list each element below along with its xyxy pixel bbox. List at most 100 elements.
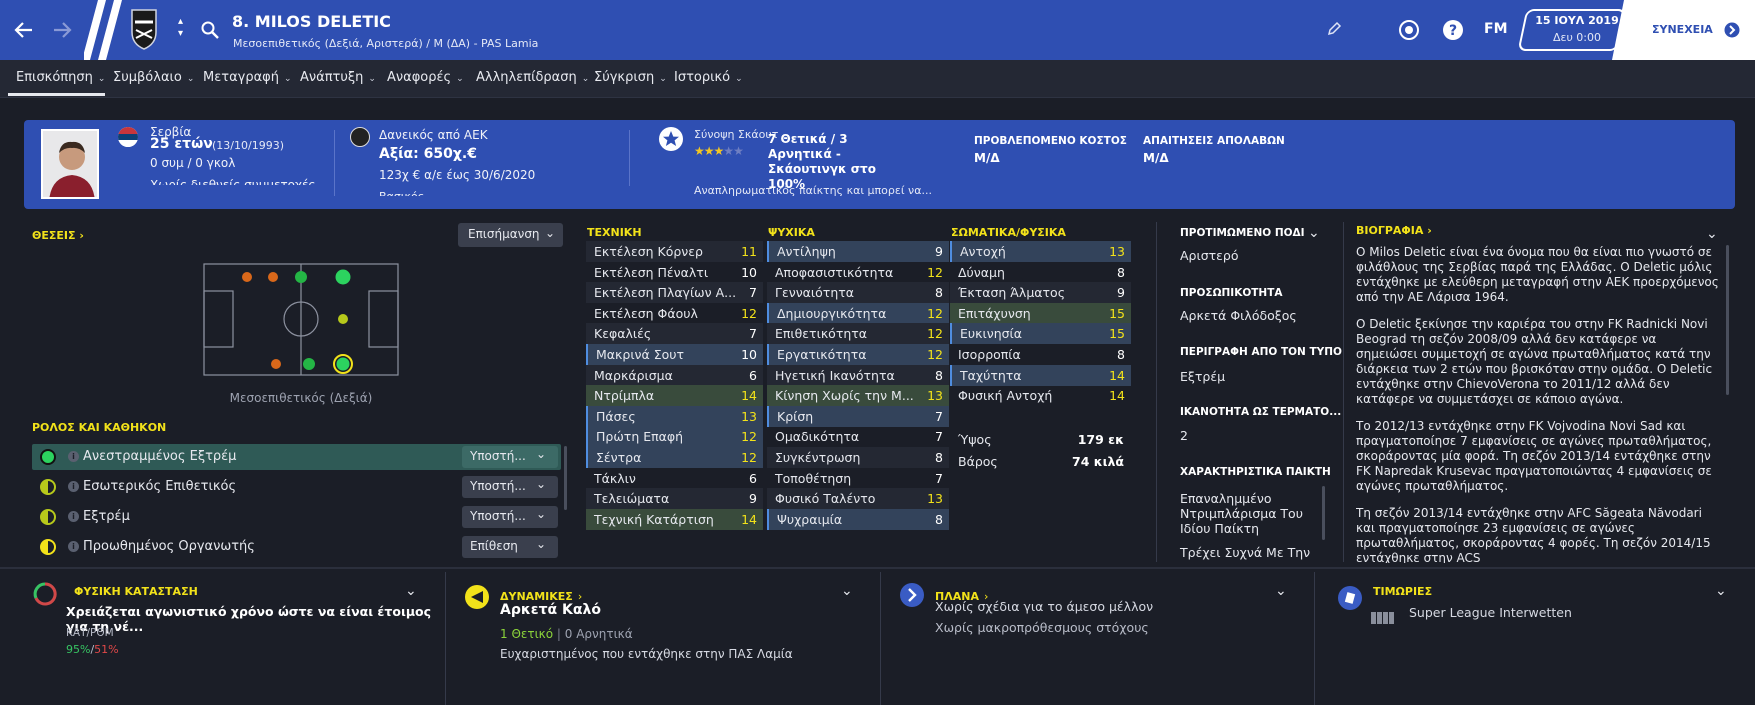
position-marker[interactable] xyxy=(242,272,252,282)
help-icon[interactable]: ? xyxy=(1442,19,1464,41)
tab-overview[interactable]: Επισκόπηση ⌄ xyxy=(16,70,105,85)
search-icon[interactable] xyxy=(200,20,220,40)
position-marker[interactable] xyxy=(271,359,281,369)
attribute-row[interactable]: Πάσες 13 xyxy=(586,405,763,427)
positions-title[interactable]: ΘΕΣΕΙΣ › xyxy=(32,229,84,242)
attribute-value: 7 xyxy=(749,285,757,301)
position-marker[interactable] xyxy=(338,314,348,324)
role-row[interactable]: i Προωθημένος Οργανωτής Επίθεση ⌄ xyxy=(32,534,561,560)
roles-scrollbar[interactable] xyxy=(564,446,567,510)
bio-paragraph: Το 2012/13 εντάχθηκε στην FK Vojvodina N… xyxy=(1356,419,1712,493)
duty-dropdown[interactable]: Επίθεση ⌄ xyxy=(462,536,558,558)
attribute-row[interactable]: Σέντρα 12 xyxy=(586,447,763,468)
attribute-row[interactable]: Ψυχραιμία 8 xyxy=(767,508,949,530)
attribute-row[interactable]: Εκτέλεση Φάουλ 12 xyxy=(586,303,763,324)
attribute-row[interactable]: Αποφασιστικότητα 12 xyxy=(767,262,949,283)
continue-button[interactable]: ΣΥΝΕΧΕΙΑ xyxy=(1612,0,1755,60)
position-marker[interactable] xyxy=(268,272,278,282)
position-marker[interactable] xyxy=(295,271,307,283)
duty-dropdown[interactable]: Υποστή... ⌄ xyxy=(462,446,558,468)
tab-reports[interactable]: Αναφορές ⌄ xyxy=(387,70,464,85)
attribute-row[interactable]: Φυσικό Ταλέντο 13 xyxy=(767,488,949,510)
attribute-row[interactable]: Συγκέντρωση 8 xyxy=(767,447,949,468)
chevron-down-icon[interactable]: ⌄ xyxy=(841,583,853,599)
attribute-row[interactable]: Ομαδικότητα 7 xyxy=(767,426,949,447)
attribute-row[interactable]: Ηγετική Ικανότητα 8 xyxy=(767,364,949,386)
player-switch-icon[interactable]: ▴ ▾ xyxy=(178,16,190,44)
attribute-row[interactable]: Επιτάχυνση 15 xyxy=(950,302,1131,324)
attribute-row[interactable]: Τοποθέτηση 7 xyxy=(767,468,949,489)
attribute-row[interactable]: Δύναμη 8 xyxy=(950,262,1131,283)
player-trait[interactable]: Επαναλημμένο Ντριμπλάρισμα Του Ιδίου Παί… xyxy=(1180,491,1320,536)
attribute-row[interactable]: Ντρίμπλα 14 xyxy=(586,385,763,407)
long-term-plans: Χωρίς μακροπρόθεσμους στόχους xyxy=(935,620,1149,635)
club-icon[interactable] xyxy=(1398,19,1420,41)
info-icon[interactable]: i xyxy=(68,451,79,462)
scout-description[interactable]: Αναπληρωματικός παίκτης και μπορεί να... xyxy=(694,184,932,197)
attribute-row[interactable]: Ισορροπία 8 xyxy=(950,344,1131,365)
tab-history[interactable]: Ιστορικό ⌄ xyxy=(674,70,743,85)
forward-button[interactable] xyxy=(48,16,76,44)
attribute-row[interactable]: Εκτέλεση Πλαγίων Α... 7 xyxy=(586,282,763,304)
chevron-down-icon[interactable]: ⌄ xyxy=(405,583,417,599)
tab-compare[interactable]: Σύγκριση ⌄ xyxy=(594,70,667,85)
attribute-row[interactable]: Δημιουργικότητα 12 xyxy=(767,302,949,324)
duty-label: Επίθεση xyxy=(470,539,518,553)
player-value: Αξία: 650χ.€ xyxy=(379,146,477,162)
role-row[interactable]: i Εσωτερικός Επιθετικός Υποστή... ⌄ xyxy=(32,474,561,500)
traits-scrollbar[interactable] xyxy=(1322,486,1325,540)
attribute-name: Συγκέντρωση xyxy=(775,450,861,465)
attribute-row[interactable]: Γενναιότητα 8 xyxy=(767,282,949,304)
attribute-row[interactable]: Αντοχή 13 xyxy=(950,241,1131,262)
highlight-dropdown[interactable]: Επισήμανση ⌄ xyxy=(458,223,563,247)
top-bar: ▴ ▾ 8. MILOS DELETIC Μεσοεπιθετικός (Δεξι… xyxy=(0,0,1755,60)
biography-title[interactable]: ΒΙΟΓΡΑΦΙΑ › xyxy=(1356,224,1432,237)
attribute-row[interactable]: Κίνηση Χωρίς την Μ... 13 xyxy=(767,385,949,407)
player-name: 8. MILOS DELETIC xyxy=(232,12,391,31)
attribute-row[interactable]: Αντίληψη 9 xyxy=(767,241,949,262)
attribute-row[interactable]: Επιθετικότητα 12 xyxy=(767,323,949,345)
loan-status[interactable]: Δανεικός από ΑΕΚ xyxy=(379,128,488,142)
role-row[interactable]: i Εξτρέμ Υποστή... ⌄ xyxy=(32,504,561,530)
info-icon[interactable]: i xyxy=(68,511,79,522)
chevron-down-icon[interactable]: ⌄ xyxy=(1715,583,1727,599)
scout-summary-icon[interactable] xyxy=(659,127,683,151)
attribute-row[interactable]: Μακρινά Σουτ 10 xyxy=(586,344,763,365)
tab-contract[interactable]: Συμβόλαιο ⌄ xyxy=(113,70,194,85)
info-icon[interactable]: i xyxy=(68,541,79,552)
tab-development[interactable]: Ανάπτυξη ⌄ xyxy=(300,70,376,85)
chevron-down-icon[interactable]: ⌄ xyxy=(1308,225,1320,241)
tab-transfer[interactable]: Μεταγραφή ⌄ xyxy=(203,70,292,85)
attribute-row[interactable]: Τάκλιν 6 xyxy=(586,468,763,489)
attribute-row[interactable]: Κεφαλιές 7 xyxy=(586,323,763,345)
bio-scrollbar[interactable] xyxy=(1726,245,1729,395)
back-button[interactable] xyxy=(10,16,38,44)
position-marker[interactable] xyxy=(335,269,351,285)
chevron-down-icon[interactable]: ⌄ xyxy=(1706,226,1718,242)
duty-dropdown[interactable]: Υποστή... ⌄ xyxy=(462,506,558,528)
duty-dropdown[interactable]: Υποστή... ⌄ xyxy=(462,476,558,498)
fm-menu-button[interactable]: FM xyxy=(1484,21,1508,37)
role-row[interactable]: i Ανεστραμμένος Εξτρέμ Υποστή... ⌄ xyxy=(32,444,561,470)
attribute-row[interactable]: Κρίση 7 xyxy=(767,405,949,427)
attribute-row[interactable]: Μαρκάρισμα 6 xyxy=(586,364,763,386)
tab-interaction[interactable]: Αλληλεπίδραση ⌄ xyxy=(476,70,589,85)
attribute-row[interactable]: Τελειώματα 9 xyxy=(586,488,763,510)
overview-panel: Σερβία 25 ετών (13/10/1993) 0 συμ / 0 γκ… xyxy=(24,120,1735,209)
attribute-row[interactable]: Εργατικότητα 12 xyxy=(767,344,949,365)
attribute-row[interactable]: Πρώτη Επαφή 12 xyxy=(586,426,763,448)
chevron-down-icon[interactable]: ⌄ xyxy=(1275,583,1287,599)
attribute-row[interactable]: Εκτέλεση Κόρνερ 11 xyxy=(586,241,763,262)
info-icon[interactable]: i xyxy=(68,481,79,492)
attribute-row[interactable]: Ευκινησία 15 xyxy=(950,323,1131,345)
player-trait[interactable]: Τρέχει Συχνά Με Την xyxy=(1180,545,1320,560)
attribute-row[interactable]: Φυσική Αντοχή 14 xyxy=(950,385,1131,406)
dynamics-value: Αρκετά Καλό xyxy=(500,602,601,618)
attribute-row[interactable]: Εκτέλεση Πέναλτι 10 xyxy=(586,262,763,283)
attribute-row[interactable]: Τεχνική Κατάρτιση 14 xyxy=(586,508,763,530)
international-status: Χωρίς διεθνείς συμμετοχές με xyxy=(150,178,316,185)
position-marker[interactable] xyxy=(303,358,315,370)
edit-icon[interactable] xyxy=(1326,21,1342,37)
attribute-row[interactable]: Έκταση Άλματος 9 xyxy=(950,282,1131,304)
attribute-row[interactable]: Ταχύτητα 14 xyxy=(950,364,1131,386)
